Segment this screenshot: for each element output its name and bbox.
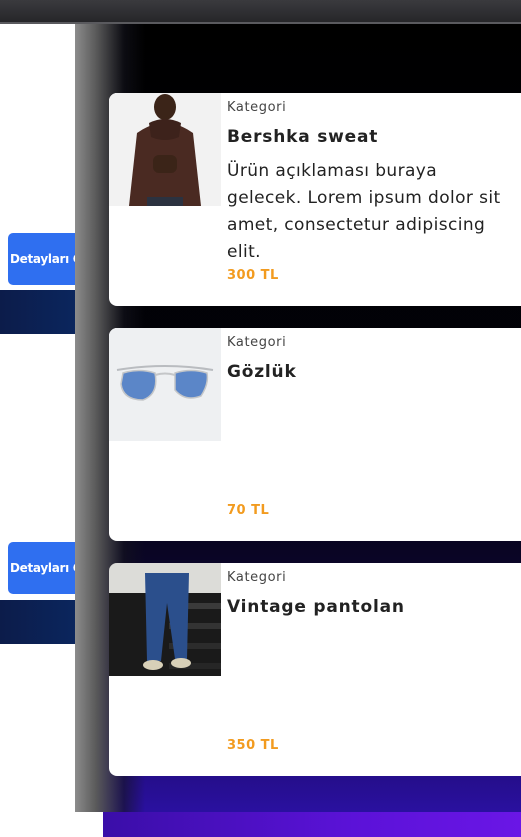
product-price: 70 TL — [227, 503, 270, 518]
product-card[interactable]: Kategori Gözlük 70 TL — [109, 328, 521, 541]
product-description: Ürün açıklaması buraya gelecek. Lorem ip… — [227, 161, 501, 262]
product-title[interactable]: Bershka sweat — [227, 127, 378, 147]
product-category: Kategori — [227, 570, 287, 585]
product-price: 350 TL — [227, 738, 279, 753]
browser-top-bar — [0, 0, 521, 24]
product-price: 300 TL — [227, 268, 279, 283]
product-category: Kategori — [227, 335, 287, 350]
product-image-jeans — [109, 563, 221, 676]
product-card[interactable]: Kategori Vintage pantolan 350 TL — [109, 563, 521, 776]
product-image-sunglasses — [109, 328, 221, 441]
product-title[interactable]: Vintage pantolan — [227, 597, 405, 617]
bottom-gradient-strip — [103, 812, 521, 837]
product-card[interactable]: Kategori Bershka sweat Ürün açıklaması b… — [109, 93, 521, 306]
product-image-hoodie — [109, 93, 221, 206]
product-category: Kategori — [227, 100, 287, 115]
product-title[interactable]: Gözlük — [227, 362, 297, 382]
